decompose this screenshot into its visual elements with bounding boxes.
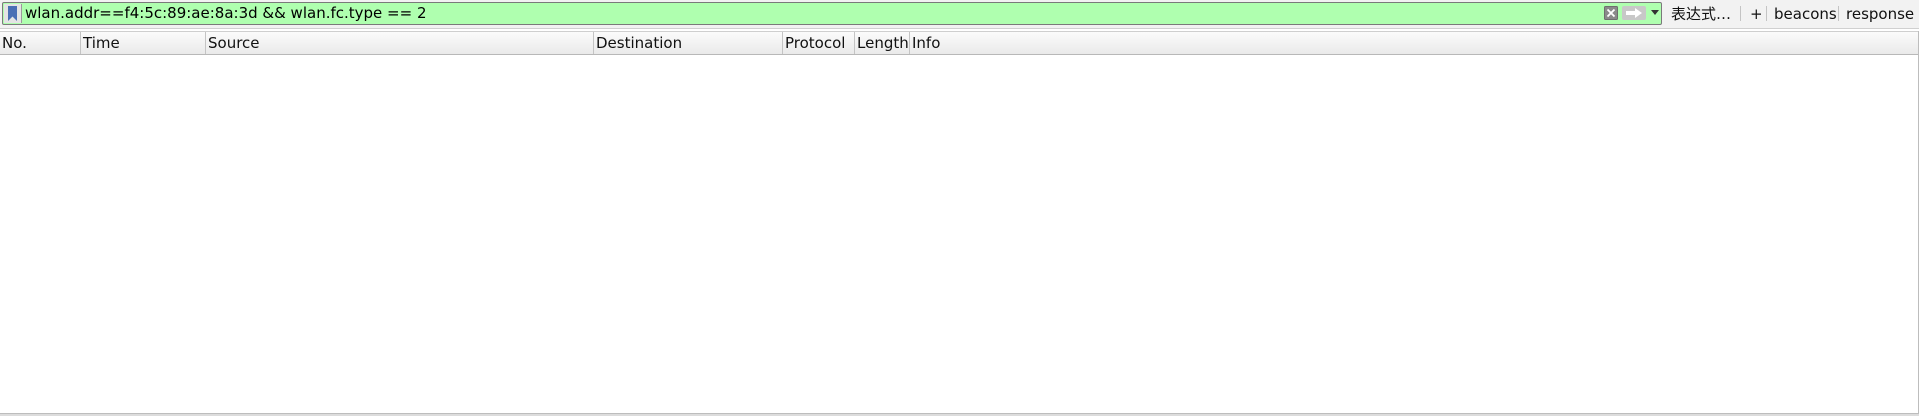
column-header-source[interactable]: Source xyxy=(206,32,594,54)
arrow-right-icon[interactable] xyxy=(1622,6,1646,20)
packet-list-header: No. Time Source Destination Protocol Len… xyxy=(0,31,1919,55)
column-header-protocol[interactable]: Protocol xyxy=(783,32,855,54)
display-filter-input[interactable] xyxy=(25,3,1595,24)
expression-button[interactable]: 表达式… xyxy=(1671,4,1731,24)
column-header-no[interactable]: No. xyxy=(0,32,81,54)
column-header-destination[interactable]: Destination xyxy=(594,32,783,54)
chevron-down-icon[interactable] xyxy=(1649,6,1661,20)
toolbar-separator xyxy=(1740,6,1741,21)
display-filter-toolbar: 表达式… + beacons response xyxy=(0,0,1919,29)
packet-list[interactable] xyxy=(0,55,1919,413)
toolbar-separator xyxy=(1838,6,1839,21)
saved-filter-beacons[interactable]: beacons xyxy=(1774,4,1837,24)
display-filter-field[interactable] xyxy=(2,2,1662,25)
column-header-info[interactable]: Info xyxy=(910,32,1918,54)
add-filter-button[interactable]: + xyxy=(1750,4,1763,24)
toolbar-separator xyxy=(1766,6,1767,21)
bookmark-icon[interactable] xyxy=(4,4,22,23)
column-header-time[interactable]: Time xyxy=(81,32,206,54)
clear-icon[interactable] xyxy=(1604,6,1618,20)
column-header-length[interactable]: Length xyxy=(855,32,910,54)
saved-filter-response[interactable]: response xyxy=(1846,4,1914,24)
